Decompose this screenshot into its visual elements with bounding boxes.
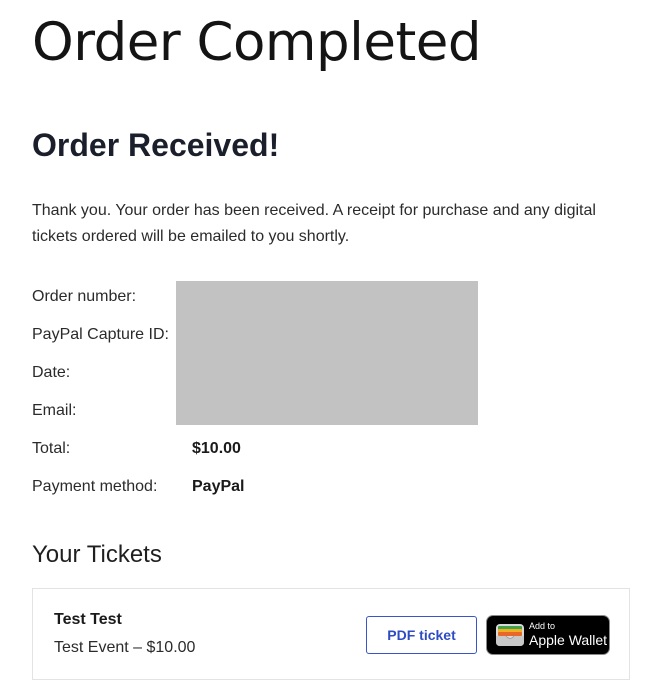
order-received-heading: Order Received! bbox=[32, 127, 280, 163]
email-label: Email: bbox=[32, 402, 77, 419]
order-confirmation-message: Thank you. Your order has been received.… bbox=[32, 202, 596, 245]
add-to-apple-wallet-button[interactable]: Add to Apple Wallet bbox=[486, 615, 610, 655]
date-label: Date: bbox=[32, 364, 71, 381]
redacted-details-block bbox=[176, 281, 478, 425]
order-number-label: Order number: bbox=[32, 288, 137, 305]
your-tickets-heading: Your Tickets bbox=[32, 541, 162, 568]
payment-method-row: Payment method: PayPal bbox=[32, 468, 244, 506]
apple-wallet-icon bbox=[496, 624, 524, 646]
total-value: $10.00 bbox=[192, 440, 241, 457]
pdf-ticket-button[interactable]: PDF ticket bbox=[366, 616, 477, 654]
total-row: Total: $10.00 bbox=[32, 430, 244, 468]
total-label: Total: bbox=[32, 440, 71, 457]
ticket-event-description: Test Event – $10.00 bbox=[54, 639, 196, 656]
paypal-capture-id-label: PayPal Capture ID: bbox=[32, 326, 169, 343]
order-completed-page: Order Completed Order Received! Thank yo… bbox=[0, 0, 668, 690]
wallet-apple-wallet-label: Apple Wallet bbox=[529, 632, 608, 648]
payment-method-value: PayPal bbox=[192, 478, 245, 495]
ticket-holder-name: Test Test bbox=[54, 611, 122, 628]
ticket-card: Test Test Test Event – $10.00 PDF ticket… bbox=[32, 588, 630, 680]
wallet-add-to-label: Add to bbox=[529, 621, 556, 631]
payment-method-label: Payment method: bbox=[32, 478, 158, 495]
page-title: Order Completed bbox=[32, 12, 482, 73]
